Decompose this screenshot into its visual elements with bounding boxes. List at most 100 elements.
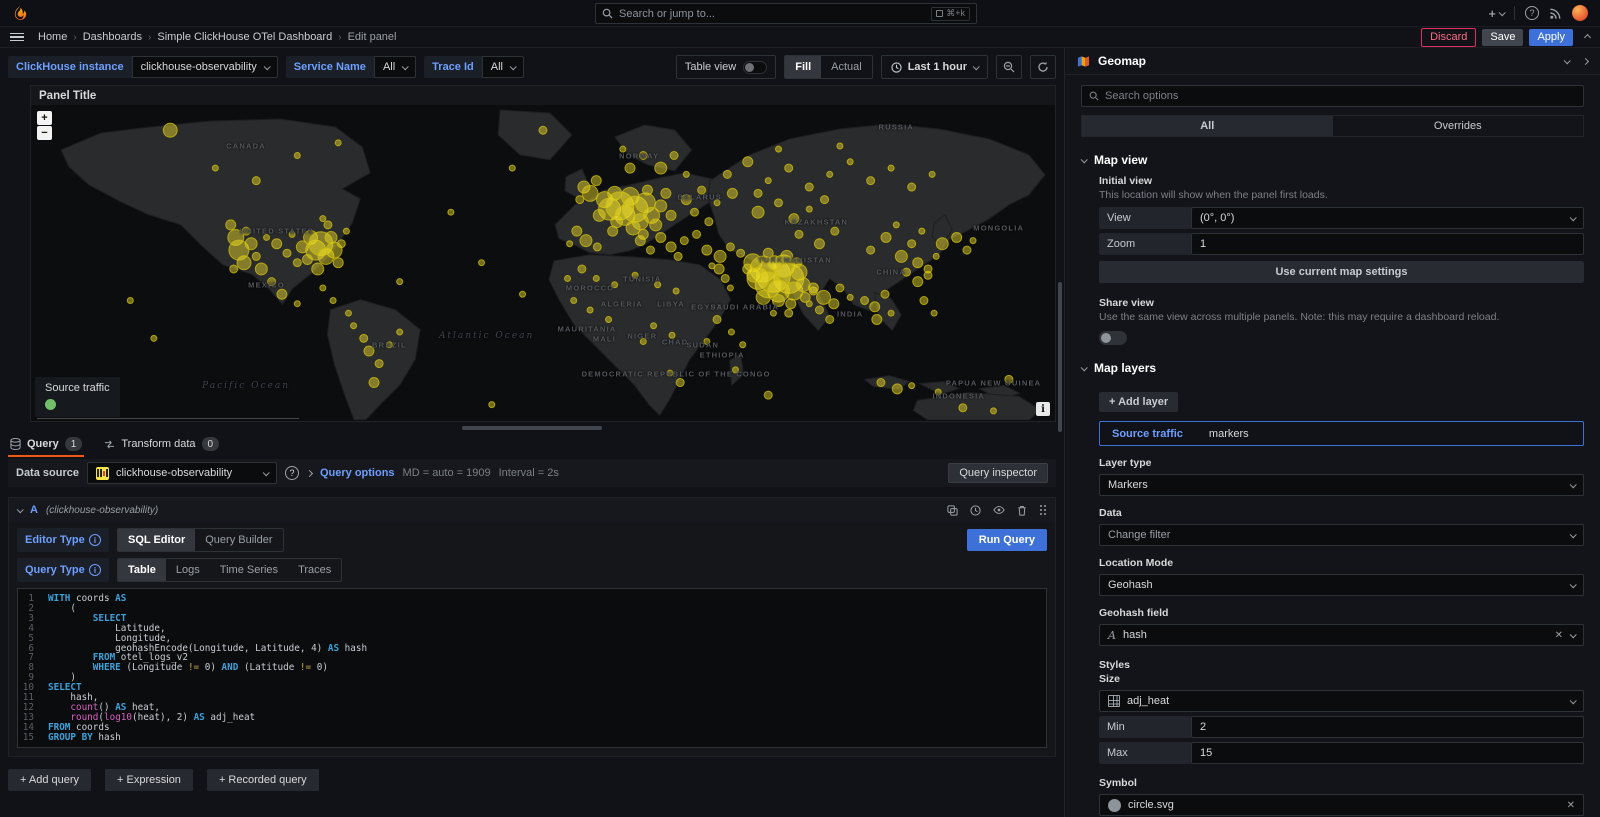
clear-icon[interactable]: ✕ — [1567, 800, 1575, 811]
layer-type-select[interactable]: Markers — [1099, 474, 1584, 496]
query-type-time-series[interactable]: Time Series — [210, 559, 288, 581]
max-input[interactable]: 15 — [1191, 742, 1584, 764]
query-header[interactable]: A (clickhouse-observability) — [9, 498, 1055, 522]
styles-label: Styles — [1099, 659, 1584, 671]
sql-code-editor[interactable]: 1WITH coords AS2 (3 SELECT4 Latitude,5 L… — [17, 588, 1047, 748]
fill-option[interactable]: Fill — [785, 56, 821, 78]
help-icon[interactable]: i — [89, 564, 101, 576]
zoom-out-time-button[interactable] — [996, 55, 1022, 79]
recorded-query-button[interactable]: + Recorded query — [207, 769, 319, 791]
table-view-toggle[interactable]: Table view — [676, 55, 776, 79]
viz-dropdown-icon[interactable] — [1564, 57, 1571, 64]
time-range-picker[interactable]: Last 1 hour — [881, 55, 988, 79]
query-collapse-icon[interactable] — [17, 506, 24, 513]
share-view-toggle[interactable] — [1099, 331, 1127, 345]
options-search[interactable]: Search options — [1081, 85, 1584, 107]
use-current-map-settings-button[interactable]: Use current map settings — [1099, 261, 1584, 283]
breadcrumb-dashboard-name[interactable]: Simple ClickHouse OTel Dashboard — [157, 31, 332, 43]
drag-handle-icon[interactable] — [1039, 504, 1047, 516]
run-query-button[interactable]: Run Query — [967, 529, 1047, 551]
tab-overrides[interactable]: Overrides — [1333, 116, 1584, 136]
refresh-icon — [1037, 61, 1049, 73]
menu-toggle-icon[interactable] — [10, 33, 24, 42]
query-type-logs[interactable]: Logs — [166, 559, 210, 581]
trace-id-variable[interactable]: Trace Id All — [424, 56, 524, 78]
query-type-table[interactable]: Table — [118, 559, 166, 581]
zoom-input[interactable]: 1 — [1191, 233, 1584, 255]
grafana-logo[interactable] — [12, 5, 29, 22]
query-history-icon[interactable] — [970, 505, 981, 516]
query-options-link[interactable]: Query options — [320, 467, 395, 479]
tab-query[interactable]: Query 1 — [8, 431, 84, 457]
map-attribution-line — [37, 418, 299, 419]
vertical-scrollbar[interactable] — [1058, 282, 1062, 432]
hide-query-icon[interactable] — [993, 505, 1005, 515]
geohash-field-select[interactable]: A hash ✕ — [1099, 624, 1584, 646]
world-map[interactable]: RUSSIACANADAUNITED STATESMEXICOBRAZILNOR… — [31, 105, 1055, 421]
clickhouse-instance-variable[interactable]: ClickHouse instance clickhouse-observabi… — [8, 56, 278, 78]
global-search[interactable]: Search or jump to... ⌘+k — [595, 3, 977, 24]
user-avatar[interactable] — [1572, 5, 1588, 21]
time-range-value: Last 1 hour — [908, 61, 967, 73]
query-builder-tab[interactable]: Query Builder — [195, 529, 282, 551]
map-info-button[interactable]: i — [1036, 402, 1050, 416]
viz-name: Geomap — [1098, 54, 1146, 68]
add-layer-button[interactable]: + Add layer — [1099, 392, 1178, 412]
panel-title[interactable]: Panel Title — [31, 86, 1055, 105]
map-view-header[interactable]: Map view — [1081, 153, 1584, 167]
query-options-expand-icon[interactable] — [306, 469, 313, 476]
discard-button[interactable]: Discard — [1421, 28, 1476, 47]
section-map-view: Map view Initial view This location will… — [1081, 153, 1584, 345]
save-button[interactable]: Save — [1482, 29, 1523, 46]
size-field-select[interactable]: adj_heat — [1099, 690, 1584, 712]
help-icon[interactable]: ? — [1525, 6, 1539, 20]
visualization-picker[interactable]: Geomap — [1065, 48, 1600, 75]
datasource-help-icon[interactable]: ? — [285, 466, 299, 480]
clickhouse-instance-value[interactable]: clickhouse-observability — [141, 61, 257, 73]
location-mode-select[interactable]: Geohash — [1099, 574, 1584, 596]
search-shortcut: ⌘+k — [931, 7, 970, 21]
symbol-select[interactable]: circle.svg ✕ — [1099, 794, 1584, 816]
tab-all[interactable]: All — [1082, 116, 1333, 136]
section-collapse-icon[interactable] — [1081, 364, 1088, 371]
table-view-switch[interactable] — [743, 61, 767, 74]
tab-transform-data[interactable]: Transform data 0 — [102, 431, 221, 457]
min-input[interactable]: 2 — [1191, 716, 1584, 738]
datasource-picker[interactable]: clickhouse-observability — [87, 462, 277, 484]
section-collapse-icon[interactable] — [1081, 156, 1088, 163]
apply-button[interactable]: Apply — [1529, 29, 1573, 46]
query-type-traces[interactable]: Traces — [288, 559, 341, 581]
service-name-value[interactable]: All — [383, 61, 395, 73]
breadcrumb-bar: Home › Dashboards › Simple ClickHouse OT… — [0, 27, 1600, 48]
refresh-button[interactable] — [1030, 55, 1056, 79]
map-zoom-in-button[interactable]: + — [37, 111, 52, 125]
delete-query-icon[interactable] — [1017, 505, 1027, 516]
datasource-label: Data source — [16, 467, 79, 479]
help-icon[interactable]: i — [89, 534, 101, 546]
layer-row-source-traffic[interactable]: Source traffic markers — [1099, 421, 1584, 446]
breadcrumb-dashboards[interactable]: Dashboards — [83, 31, 142, 43]
actual-option[interactable]: Actual — [821, 56, 872, 78]
datasource-row: Data source clickhouse-observability ? Q… — [8, 459, 1056, 487]
clear-icon[interactable]: ✕ — [1555, 630, 1563, 641]
news-icon[interactable] — [1549, 7, 1562, 20]
collapse-options-icon[interactable] — [1584, 33, 1591, 40]
horizontal-scrollbar[interactable] — [462, 426, 602, 430]
collapse-pane-icon[interactable] — [1582, 57, 1589, 64]
breadcrumb-home[interactable]: Home — [38, 31, 67, 43]
sql-editor-tab[interactable]: SQL Editor — [118, 529, 195, 551]
map-layers-header[interactable]: Map layers — [1081, 361, 1584, 375]
query-inspector-button[interactable]: Query inspector — [948, 463, 1048, 483]
trace-id-value[interactable]: All — [491, 61, 503, 73]
duplicate-query-icon[interactable] — [947, 505, 958, 516]
symbol-label: Symbol — [1099, 777, 1584, 789]
expression-button[interactable]: + Expression — [105, 769, 193, 791]
layer-type-label: Layer type — [1099, 457, 1584, 469]
add-query-button[interactable]: + Add query — [8, 769, 91, 791]
add-menu-button[interactable]: + — [1488, 6, 1504, 21]
tab-transform-label: Transform data — [121, 438, 195, 450]
map-zoom-out-button[interactable]: − — [37, 126, 52, 140]
data-filter-select[interactable]: Change filter — [1099, 524, 1584, 546]
service-name-variable[interactable]: Service Name All — [286, 56, 416, 78]
view-select[interactable]: (0°, 0°) — [1191, 207, 1584, 229]
